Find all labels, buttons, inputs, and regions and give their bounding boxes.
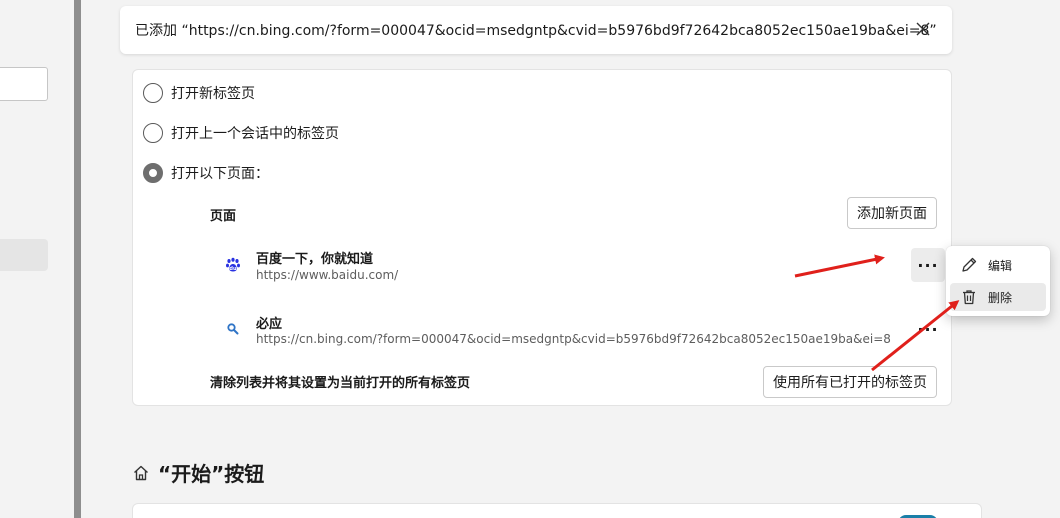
radio-open-previous-session[interactable]: 打开上一个会话中的标签页 xyxy=(143,123,339,143)
page-title: 必应 xyxy=(256,317,283,332)
page-title: 百度一下，你就知道 xyxy=(256,252,374,267)
radio-open-specific-pages[interactable]: 打开以下页面： xyxy=(143,163,269,183)
menu-item-label: 编辑 xyxy=(988,258,1013,273)
radio-button-checked[interactable] xyxy=(143,163,163,183)
svg-text:du: du xyxy=(229,266,237,272)
bing-search-icon xyxy=(225,321,241,337)
notification-text: 已添加 “https://cn.bing.com/?form=000047&oc… xyxy=(135,23,937,39)
pencil-icon xyxy=(962,257,977,272)
page-more-actions-button[interactable]: ··· xyxy=(911,312,945,346)
page-context-menu: 编辑 删除 xyxy=(946,246,1050,316)
home-icon xyxy=(134,465,148,480)
start-button-settings-card xyxy=(132,503,982,518)
startup-pages-card: 打开新标签页 打开上一个会话中的标签页 打开以下页面： 页面 添加新页面 du … xyxy=(132,69,952,406)
radio-label: 打开新标签页 xyxy=(171,86,255,102)
section-title: “开始”按钮 xyxy=(158,462,265,486)
sidebar-item-selected[interactable] xyxy=(0,239,48,271)
menu-item-delete[interactable]: 删除 xyxy=(950,283,1046,311)
radio-open-new-tab[interactable]: 打开新标签页 xyxy=(143,83,255,103)
radio-button[interactable] xyxy=(143,83,163,103)
radio-label: 打开以下页面： xyxy=(171,166,269,182)
radio-button[interactable] xyxy=(143,123,163,143)
clear-list-label: 清除列表并将其设置为当前打开的所有标签页 xyxy=(210,376,471,391)
menu-item-edit[interactable]: 编辑 xyxy=(950,251,1046,279)
radio-label: 打开上一个会话中的标签页 xyxy=(171,126,339,142)
use-open-tabs-button[interactable]: 使用所有已打开的标签页 xyxy=(763,366,937,398)
page-more-actions-button[interactable]: ··· xyxy=(911,248,945,282)
page-url: https://cn.bing.com/?form=000047&ocid=ms… xyxy=(256,332,891,346)
trash-icon xyxy=(963,290,975,305)
pages-label: 页面 xyxy=(210,209,237,224)
settings-search-input[interactable] xyxy=(0,67,48,101)
add-new-page-button[interactable]: 添加新页面 xyxy=(847,197,937,229)
pane-scrollbar[interactable] xyxy=(74,0,81,518)
close-icon[interactable] xyxy=(912,18,934,40)
start-button-section-header: “开始”按钮 xyxy=(132,458,264,487)
menu-item-label: 删除 xyxy=(988,290,1013,305)
added-page-notification: 已添加 “https://cn.bing.com/?form=000047&oc… xyxy=(120,6,952,54)
page-url: https://www.baidu.com/ xyxy=(256,268,399,282)
baidu-icon: du xyxy=(225,257,241,273)
